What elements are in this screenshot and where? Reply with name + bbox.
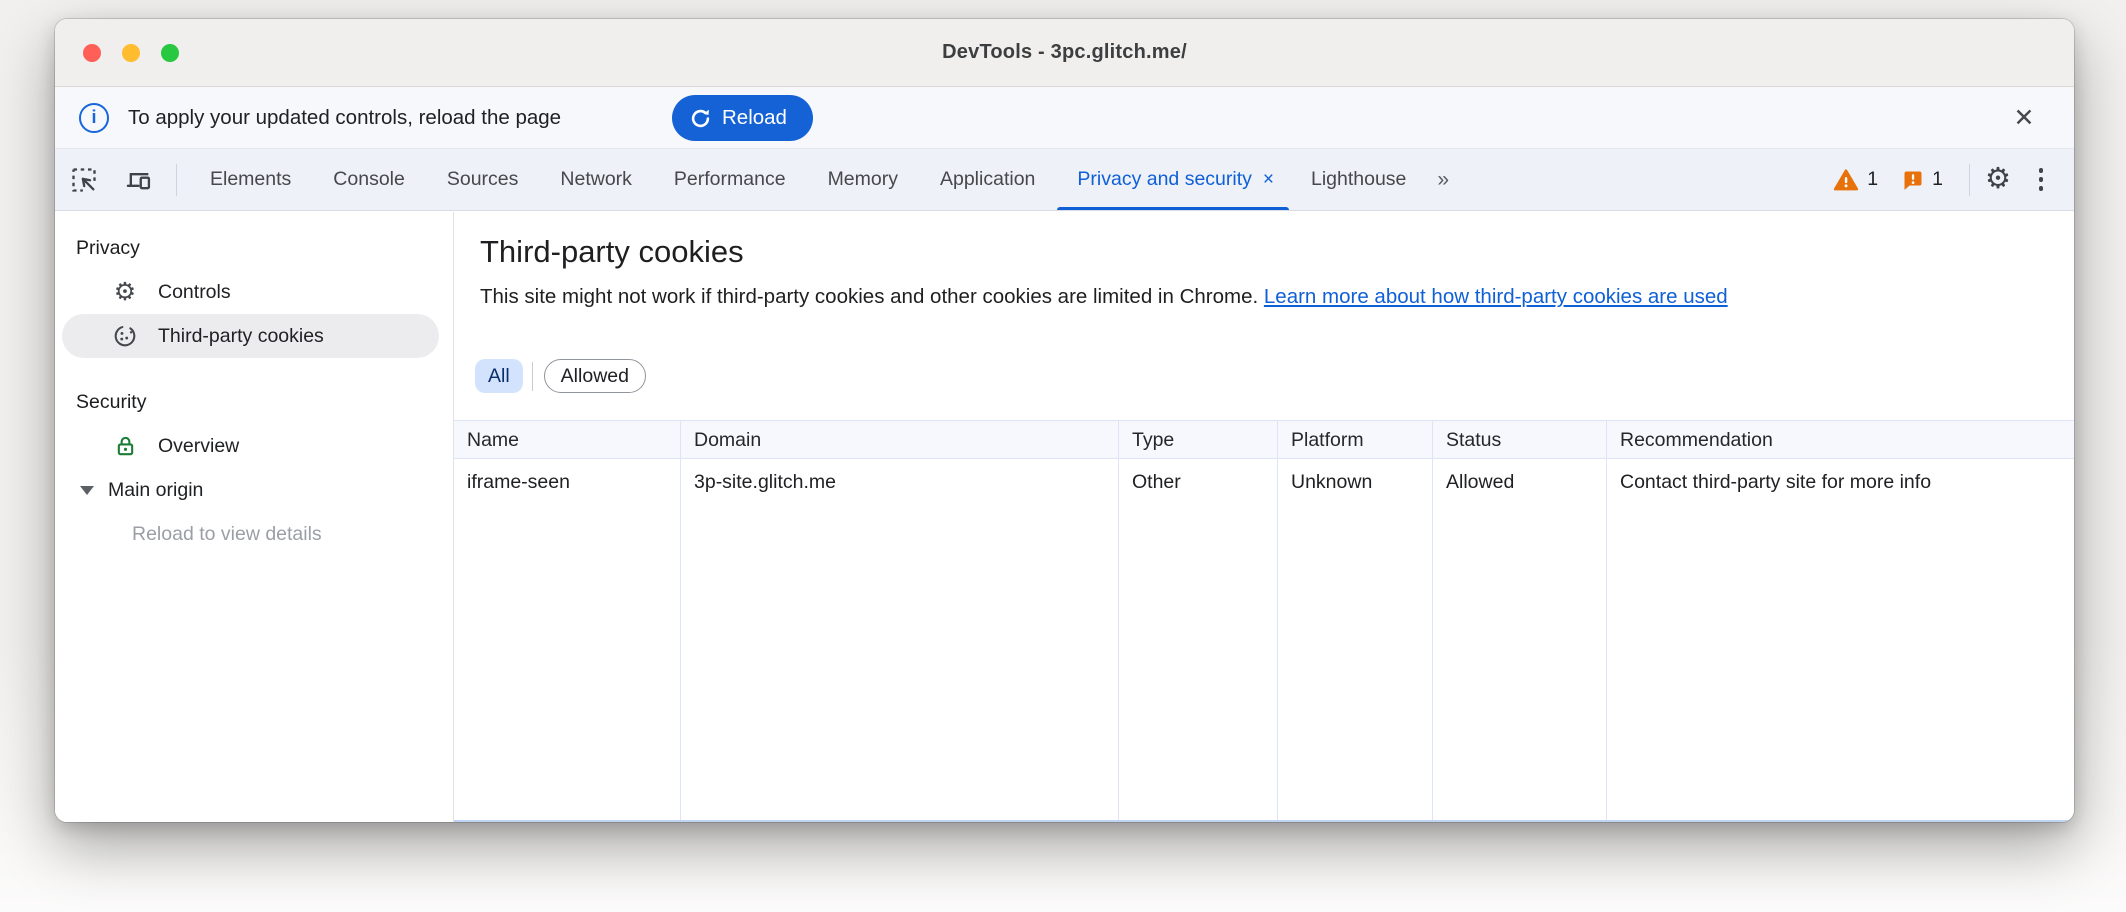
infobar-close-icon[interactable]: ✕ xyxy=(2004,87,2044,148)
filter-all-chip[interactable]: All xyxy=(475,359,523,393)
inspect-cursor-icon xyxy=(70,166,98,194)
info-icon: i xyxy=(79,103,109,133)
reload-infobar: i To apply your updated controls, reload… xyxy=(55,87,2074,149)
sidebar-section-privacy: Privacy xyxy=(55,226,453,270)
device-toolbar-button[interactable] xyxy=(120,149,158,210)
tab-console[interactable]: Console xyxy=(312,149,426,210)
panel-tabs: Elements Console Sources Network Perform… xyxy=(189,149,1461,210)
secure-lock-icon xyxy=(110,434,140,459)
issue-bubble-icon xyxy=(1900,168,1924,192)
toolbar-right-cluster: 1 1 ⚙ xyxy=(1833,149,2074,210)
toolbar-divider xyxy=(176,164,177,196)
sidebar-item-label: Third-party cookies xyxy=(158,325,324,348)
tab-memory[interactable]: Memory xyxy=(807,149,919,210)
titlebar: DevTools - 3pc.glitch.me/ xyxy=(55,19,2074,87)
page-description: This site might not work if third-party … xyxy=(480,285,2074,309)
sidebar-item-label: Main origin xyxy=(108,479,203,502)
table-cell[interactable]: Allowed xyxy=(1433,459,1606,505)
sidebar-item-third-party-cookies[interactable]: Third-party cookies xyxy=(55,314,453,358)
infobar-message: To apply your updated controls, reload t… xyxy=(128,106,561,130)
reload-to-view-note: Reload to view details xyxy=(55,512,453,556)
column-header[interactable]: Type xyxy=(1119,421,1277,459)
gear-icon: ⚙ xyxy=(1985,165,2011,194)
device-toolbar-icon xyxy=(125,166,153,194)
controls-gear-icon: ⚙ xyxy=(110,280,140,305)
panel-content: Privacy ⚙ Controls Third-party cookies S… xyxy=(55,212,2074,822)
tab-privacy-label: Privacy and security xyxy=(1077,168,1251,191)
customize-devtools-button[interactable] xyxy=(2024,168,2058,191)
column-header[interactable]: Name xyxy=(454,421,680,459)
third-party-cookies-panel: Third-party cookies This site might not … xyxy=(455,212,2074,822)
table-column-recommendation: Recommendation Contact third-party site … xyxy=(1607,421,2074,820)
tab-network[interactable]: Network xyxy=(539,149,653,210)
warnings-badge[interactable]: 1 xyxy=(1833,167,1878,193)
table-column-domain: Domain 3p-site.glitch.me xyxy=(681,421,1119,820)
column-header[interactable]: Status xyxy=(1433,421,1606,459)
tab-lighthouse[interactable]: Lighthouse xyxy=(1290,149,1427,210)
sidebar-item-label: Overview xyxy=(158,435,239,458)
expand-caret-icon[interactable] xyxy=(80,486,94,495)
kebab-dot xyxy=(2039,168,2044,173)
issue-count: 1 xyxy=(1932,168,1943,191)
reload-icon xyxy=(689,107,712,130)
learn-more-link[interactable]: Learn more about how third-party cookies… xyxy=(1264,285,1728,308)
issues-badge[interactable]: 1 xyxy=(1900,168,1943,192)
tab-application[interactable]: Application xyxy=(919,149,1056,210)
minimize-window-button[interactable] xyxy=(122,44,140,62)
table-column-status: Status Allowed xyxy=(1433,421,1607,820)
reload-button-label: Reload xyxy=(722,106,787,130)
sidebar-section-security: Security xyxy=(55,380,453,424)
page-title: Third-party cookies xyxy=(480,234,2074,270)
more-tabs-chevron-icon[interactable]: » xyxy=(1427,149,1461,210)
sidebar-item-overview[interactable]: Overview xyxy=(55,424,453,468)
table-cell[interactable]: Other xyxy=(1119,459,1277,505)
kebab-dot xyxy=(2039,186,2044,191)
devtools-window: DevTools - 3pc.glitch.me/ i To apply you… xyxy=(55,19,2074,822)
tab-performance[interactable]: Performance xyxy=(653,149,807,210)
sidebar-item-main-origin[interactable]: Main origin xyxy=(55,468,453,512)
devtools-toolbar: Elements Console Sources Network Perform… xyxy=(55,149,2074,211)
table-column-platform: Platform Unknown xyxy=(1278,421,1433,820)
close-window-button[interactable] xyxy=(83,44,101,62)
sidebar-item-controls[interactable]: ⚙ Controls xyxy=(55,270,453,314)
cookies-table: Name iframe-seen Domain 3p-site.glitch.m… xyxy=(454,420,2074,822)
tab-sources[interactable]: Sources xyxy=(426,149,540,210)
table-column-type: Type Other xyxy=(1119,421,1278,820)
traffic-lights xyxy=(83,19,179,86)
warning-triangle-icon xyxy=(1833,167,1859,193)
column-header[interactable]: Recommendation xyxy=(1607,421,2074,459)
inspect-element-button[interactable] xyxy=(65,149,103,210)
cookie-icon xyxy=(110,323,140,349)
tab-close-icon[interactable]: × xyxy=(1263,169,1274,191)
filter-allowed-chip[interactable]: Allowed xyxy=(544,359,646,393)
window-title: DevTools - 3pc.glitch.me/ xyxy=(55,41,2074,64)
privacy-security-sidebar: Privacy ⚙ Controls Third-party cookies S… xyxy=(55,212,454,822)
table-cell[interactable]: iframe-seen xyxy=(454,459,680,505)
chip-divider xyxy=(532,362,533,391)
table-cell[interactable]: Contact third-party site for more info xyxy=(1607,459,2074,505)
description-text: This site might not work if third-party … xyxy=(480,285,1258,308)
table-column-name: Name iframe-seen xyxy=(454,421,681,820)
cookie-filter-chips: All Allowed xyxy=(475,359,646,393)
reload-button[interactable]: Reload xyxy=(672,95,813,141)
kebab-dot xyxy=(2039,177,2044,182)
sidebar-item-label: Controls xyxy=(158,281,231,304)
warning-count: 1 xyxy=(1867,168,1878,191)
table-cell[interactable]: 3p-site.glitch.me xyxy=(681,459,1118,505)
zoom-window-button[interactable] xyxy=(161,44,179,62)
sidebar-spacer xyxy=(55,358,453,380)
toolbar-right-divider xyxy=(1969,164,1970,196)
settings-button[interactable]: ⚙ xyxy=(1978,165,2018,194)
column-header[interactable]: Domain xyxy=(681,421,1118,459)
column-header[interactable]: Platform xyxy=(1278,421,1432,459)
tab-privacy-and-security[interactable]: Privacy and security × xyxy=(1056,149,1290,210)
table-cell[interactable]: Unknown xyxy=(1278,459,1432,505)
tab-elements[interactable]: Elements xyxy=(189,149,312,210)
